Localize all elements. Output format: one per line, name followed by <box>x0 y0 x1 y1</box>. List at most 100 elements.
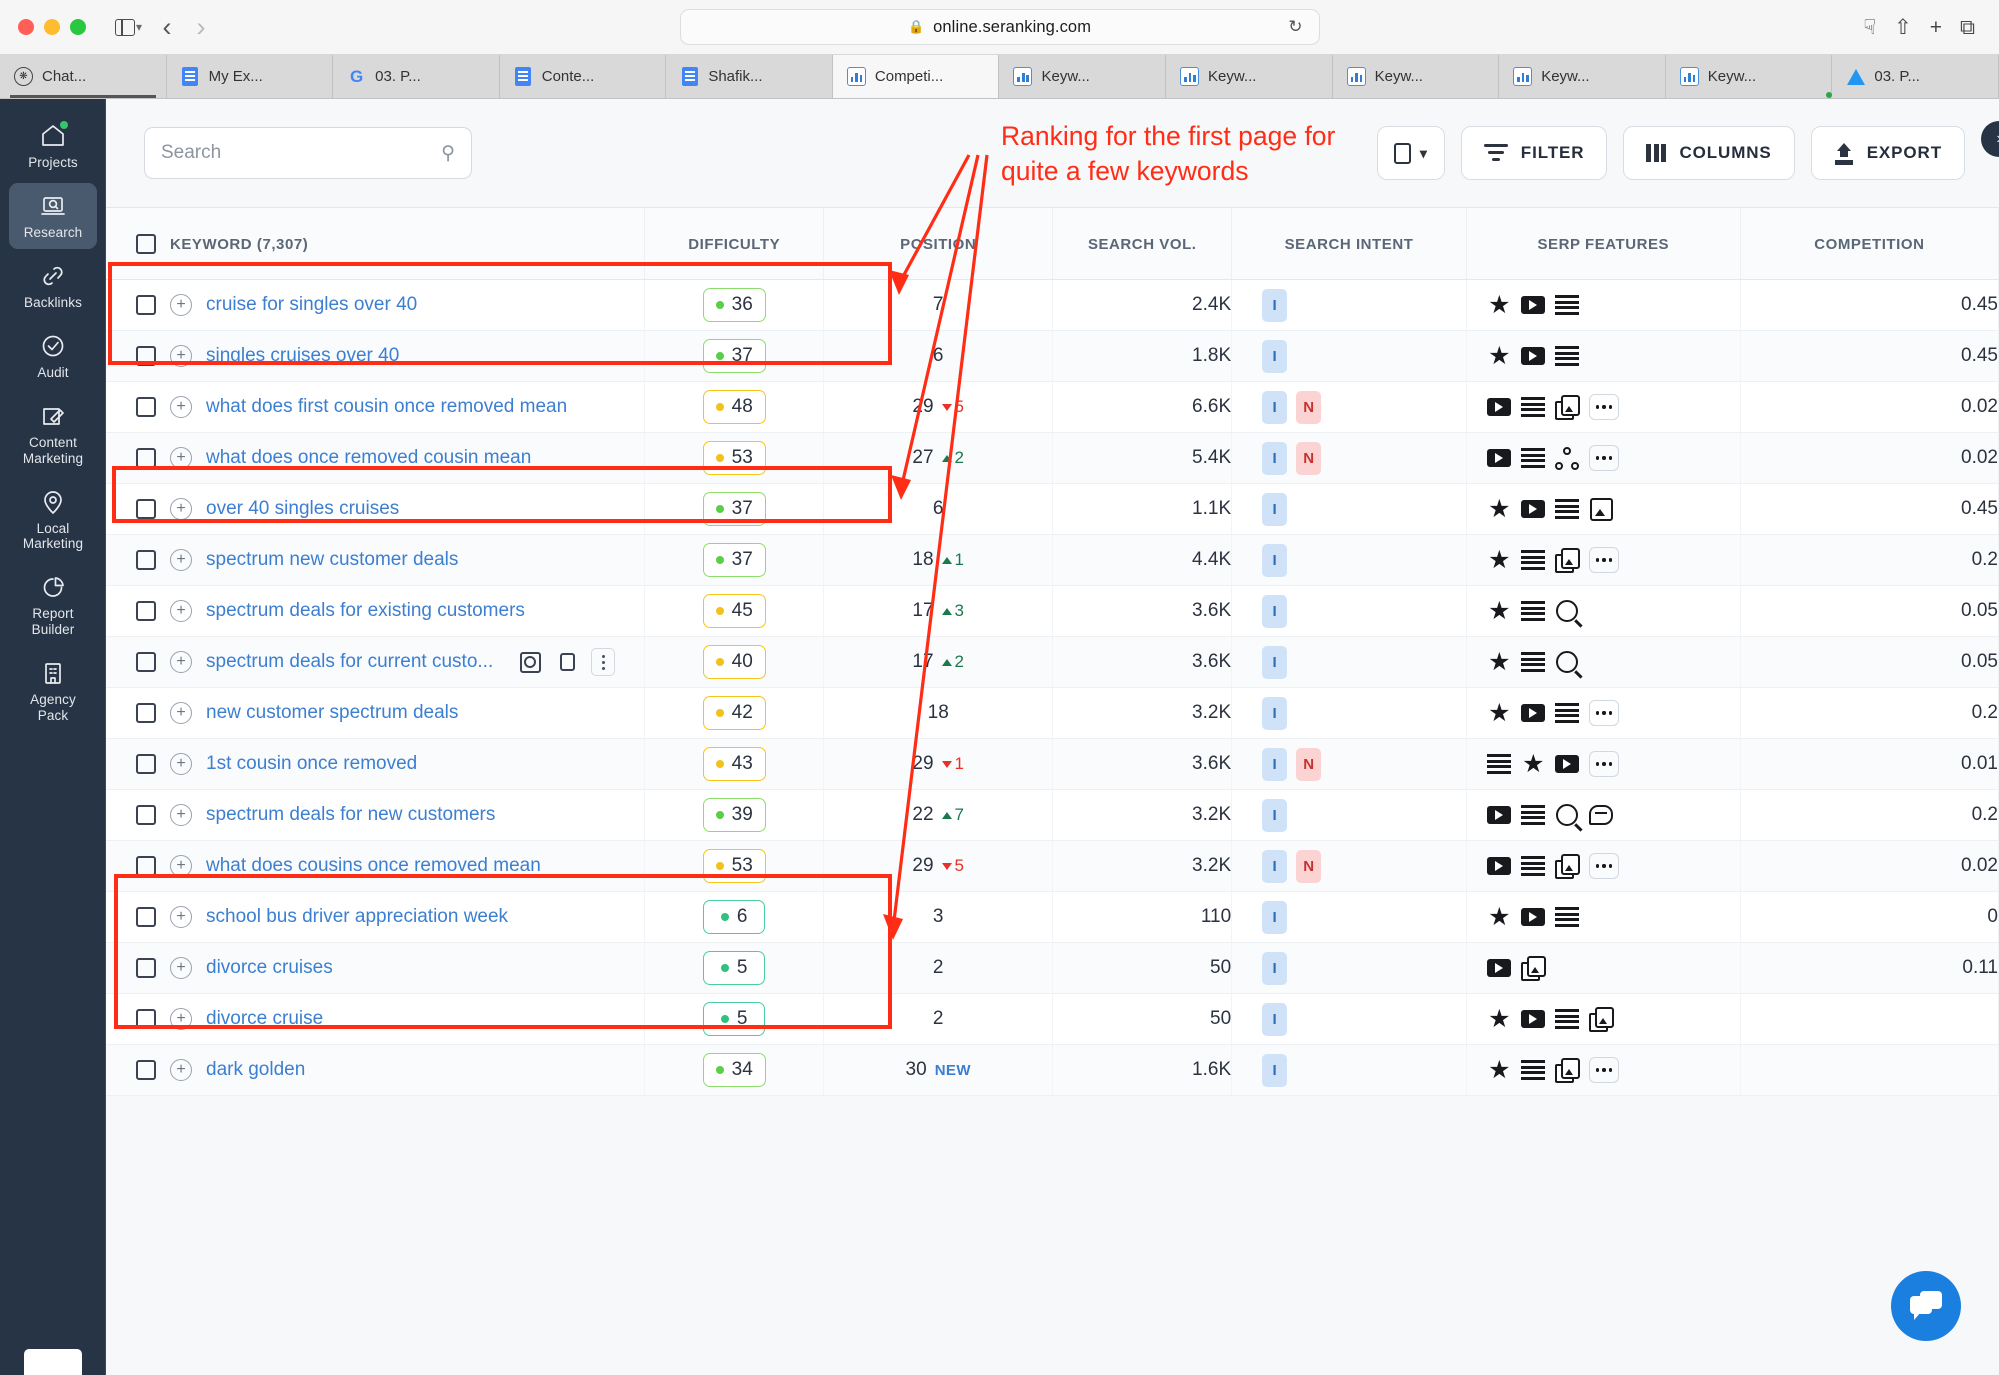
add-keyword-icon[interactable]: + <box>170 498 192 520</box>
row-checkbox[interactable] <box>136 397 156 417</box>
sidebar-item-research[interactable]: Research <box>9 182 97 249</box>
table-row[interactable]: + divorce cruise 5 2 50 I ★ <box>106 993 1999 1045</box>
sidebar-item-report-builder[interactable]: Report Builder <box>9 564 97 646</box>
browser-tab[interactable]: Keyw... <box>1332 55 1500 98</box>
row-checkbox[interactable] <box>136 550 156 570</box>
search-input-wrapper[interactable]: ⚲ <box>144 127 472 179</box>
row-checkbox[interactable] <box>136 601 156 621</box>
more-features-icon[interactable] <box>1588 700 1619 726</box>
sidebar-item-local-marketing[interactable]: Local Marketing <box>9 479 97 561</box>
header-search-intent[interactable]: SEARCH INTENT <box>1231 208 1467 280</box>
row-checkbox[interactable] <box>136 805 156 825</box>
keyword-link[interactable]: divorce cruise <box>206 1008 323 1030</box>
add-keyword-icon[interactable]: + <box>170 447 192 469</box>
cell-keyword[interactable]: + spectrum new customer deals <box>106 534 646 586</box>
more-features-icon[interactable] <box>1588 394 1619 420</box>
browser-tab[interactable]: Keyw... <box>1665 55 1833 98</box>
sidebar-bottom-tab[interactable] <box>24 1349 82 1375</box>
table-row[interactable]: + dark golden 34 30 NEW 1.6K I ★ <box>106 1044 1999 1096</box>
add-keyword-icon[interactable]: + <box>170 957 192 979</box>
cell-keyword[interactable]: + what does cousins once removed mean <box>106 840 646 892</box>
serp-preview-icon[interactable] <box>517 649 543 675</box>
keyword-link[interactable]: what does once removed cousin mean <box>206 447 531 469</box>
back-arrow-icon[interactable]: ‹ <box>150 12 184 42</box>
row-checkbox[interactable] <box>136 958 156 978</box>
keyword-link[interactable]: what does first cousin once removed mean <box>206 396 567 418</box>
row-checkbox[interactable] <box>136 907 156 927</box>
columns-button[interactable]: COLUMNS <box>1623 126 1795 180</box>
browser-tab[interactable]: Keyw... <box>999 55 1167 98</box>
row-checkbox[interactable] <box>136 1009 156 1029</box>
copy-icon[interactable] <box>554 649 580 675</box>
tabs-overview-icon[interactable]: ⧉ <box>1960 17 1975 38</box>
cell-keyword[interactable]: + singles cruises over 40 <box>106 330 646 382</box>
add-keyword-icon[interactable]: + <box>170 753 192 775</box>
browser-tab[interactable]: Keyw... <box>1499 55 1666 98</box>
header-position[interactable]: POSITION <box>823 208 1054 280</box>
table-row[interactable]: + what does first cousin once removed mea… <box>106 381 1999 433</box>
add-keyword-icon[interactable]: + <box>170 651 192 673</box>
select-all-checkbox[interactable] <box>136 234 156 254</box>
more-features-icon[interactable] <box>1588 751 1619 777</box>
minimize-window-button[interactable] <box>44 19 60 35</box>
keyword-link[interactable]: spectrum deals for current custo... <box>206 651 493 673</box>
search-icon[interactable]: ⚲ <box>441 142 455 165</box>
chevron-down-icon[interactable]: ▾ <box>136 20 142 34</box>
cell-keyword[interactable]: + spectrum deals for current custo... <box>106 636 646 688</box>
cell-keyword[interactable]: +1st cousin once removed <box>106 738 646 790</box>
add-keyword-icon[interactable]: + <box>170 345 192 367</box>
keyword-link[interactable]: over 40 singles cruises <box>206 498 399 520</box>
add-keyword-icon[interactable]: + <box>170 549 192 571</box>
cell-keyword[interactable]: + spectrum deals for new customers <box>106 789 646 841</box>
download-icon[interactable]: ☟ <box>1863 17 1876 38</box>
cell-keyword[interactable]: + spectrum deals for existing customers <box>106 585 646 637</box>
cell-keyword[interactable]: + divorce cruise <box>106 993 646 1045</box>
sidebar-item-content-marketing[interactable]: Content Marketing <box>9 393 97 475</box>
add-keyword-icon[interactable]: + <box>170 804 192 826</box>
sidebar-item-agency-pack[interactable]: Agency Pack <box>9 650 97 732</box>
add-keyword-icon[interactable]: + <box>170 294 192 316</box>
table-row[interactable]: + singles cruises over 40 37 6 1.8K I ★ 0.45 <box>106 330 1999 382</box>
url-bar[interactable]: 🔒 online.seranking.com ↻ <box>679 9 1320 45</box>
search-input[interactable] <box>161 142 442 164</box>
header-search-volume[interactable]: SEARCH VOL. <box>1052 208 1233 280</box>
add-keyword-icon[interactable]: + <box>170 600 192 622</box>
cell-keyword[interactable]: + cruise for singles over 40 <box>106 279 646 331</box>
keyword-link[interactable]: what does cousins once removed mean <box>206 855 541 877</box>
add-keyword-icon[interactable]: + <box>170 396 192 418</box>
cell-keyword[interactable]: + new customer spectrum deals <box>106 687 646 739</box>
keyword-link[interactable]: dark golden <box>206 1059 305 1081</box>
sidebar-item-backlinks[interactable]: Backlinks <box>9 253 97 319</box>
browser-tab[interactable]: Competi... <box>832 55 1000 98</box>
browser-tab[interactable]: Conte... <box>499 55 667 98</box>
table-row[interactable]: + what does cousins once removed mean 53 29… <box>106 840 1999 892</box>
cell-keyword[interactable]: + divorce cruises <box>106 942 646 994</box>
keyword-link[interactable]: new customer spectrum deals <box>206 702 458 724</box>
table-row[interactable]: + spectrum new customer deals 37 18 1 4.4K I ★ 0… <box>106 534 1999 586</box>
table-row[interactable]: + cruise for singles over 40 36 7 2.4K I ★ 0.45 <box>106 279 1999 331</box>
header-keyword[interactable]: KEYWORD (7,307) <box>106 208 646 280</box>
keyword-link[interactable]: cruise for singles over 40 <box>206 294 417 316</box>
close-window-button[interactable] <box>18 19 34 35</box>
add-keyword-icon[interactable]: + <box>170 906 192 928</box>
sidebar-item-audit[interactable]: Audit <box>9 323 97 389</box>
browser-tab[interactable]: G 03. P... <box>333 55 500 98</box>
row-checkbox[interactable] <box>136 856 156 876</box>
keyword-link[interactable]: divorce cruises <box>206 957 333 979</box>
sidebar-item-projects[interactable]: Projects <box>9 113 97 179</box>
row-checkbox[interactable] <box>136 652 156 672</box>
browser-tab[interactable]: My Ex... <box>166 55 334 98</box>
table-row[interactable]: + divorce cruises 5 2 50 I 0.11 <box>106 942 1999 994</box>
row-checkbox[interactable] <box>136 295 156 315</box>
keyword-link[interactable]: school bus driver appreciation week <box>206 906 508 928</box>
table-row[interactable]: + school bus driver appreciation week 6 3 11… <box>106 891 1999 943</box>
keyword-link[interactable]: spectrum new customer deals <box>206 549 458 571</box>
add-keyword-icon[interactable]: + <box>170 702 192 724</box>
cell-keyword[interactable]: + dark golden <box>106 1044 646 1096</box>
table-row[interactable]: + spectrum deals for new customers 39 22 7 3.… <box>106 789 1999 841</box>
share-icon[interactable]: ⇧ <box>1894 17 1912 38</box>
more-features-icon[interactable] <box>1588 1057 1619 1083</box>
keyword-link[interactable]: singles cruises over 40 <box>206 345 399 367</box>
row-checkbox[interactable] <box>136 448 156 468</box>
keyword-link[interactable]: spectrum deals for new customers <box>206 804 495 826</box>
